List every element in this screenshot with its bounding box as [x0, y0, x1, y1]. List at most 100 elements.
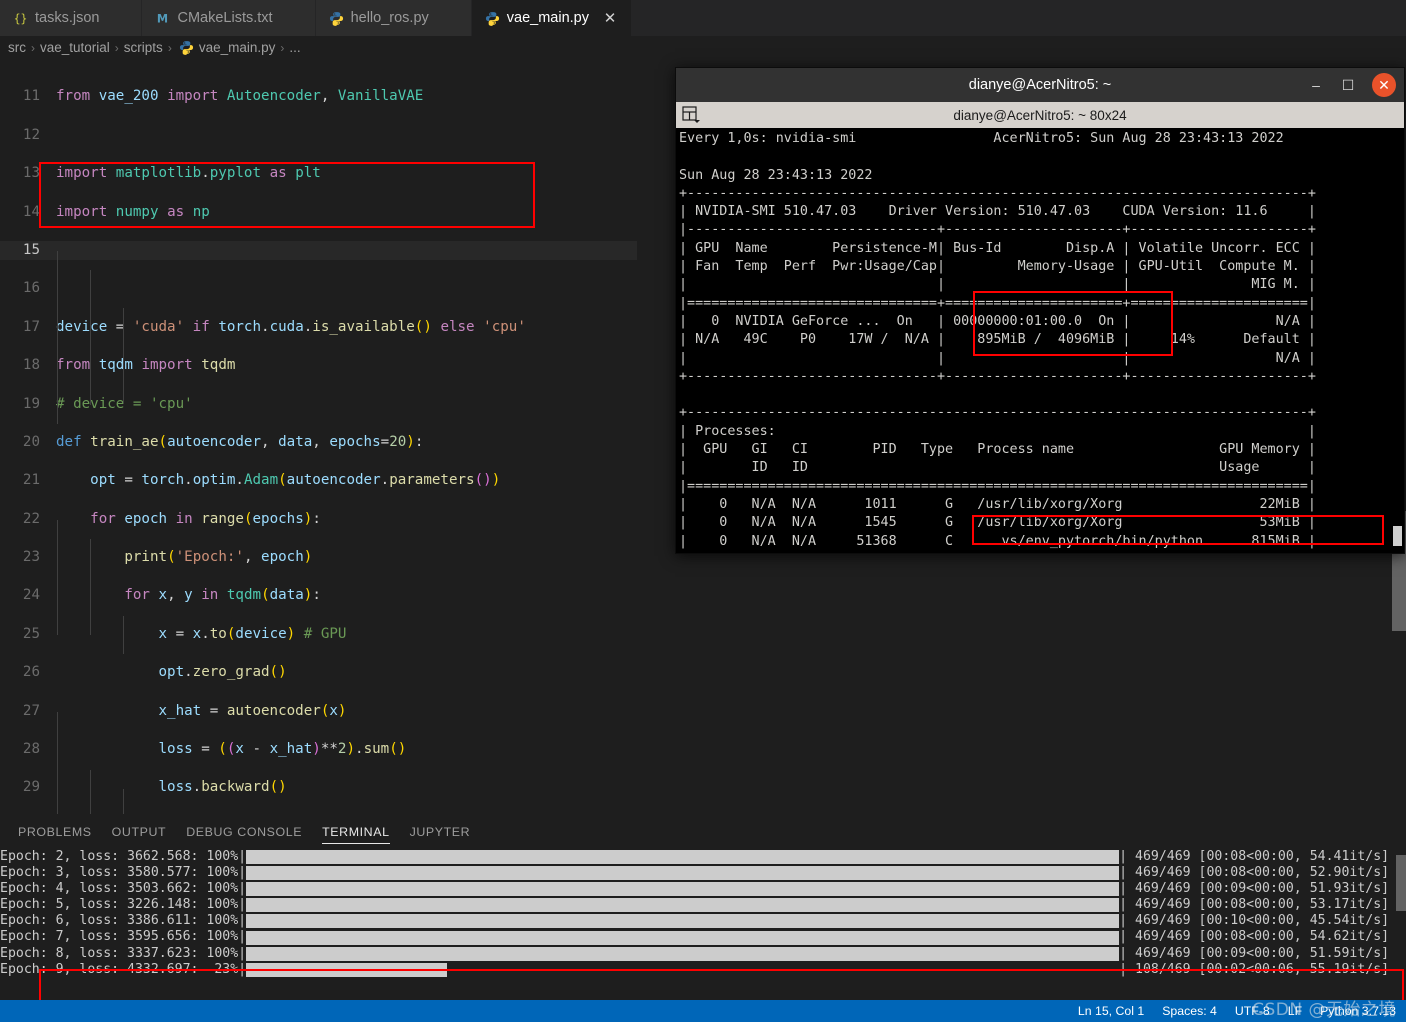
breadcrumb-item-src[interactable]: src [8, 40, 26, 55]
code-line: 14 import numpy as np [0, 203, 637, 222]
progress-stats: | 469/469 [00:09<00:00, 51.93it/s] [1119, 881, 1390, 897]
terminal-window-scrollbar-thumb[interactable] [1393, 526, 1402, 546]
terminal-line: |=======================================… [679, 478, 1316, 494]
line-number: 29 [22, 779, 40, 796]
chevron-right-icon: › [280, 40, 285, 55]
close-icon[interactable]: ✕ [1372, 73, 1396, 97]
progress-bar [246, 914, 1120, 929]
code-line: 20 def train_ae(autoencoder, data, epochs… [0, 433, 637, 452]
line-number: 12 [22, 126, 40, 143]
tab-output[interactable]: OUTPUT [102, 814, 177, 849]
breadcrumb-item-vae-main-py[interactable]: vae_main.py [199, 40, 276, 55]
status-language-mode[interactable]: Python 3.7.13 [1320, 1004, 1396, 1018]
tab-debug-console[interactable]: DEBUG CONSOLE [176, 814, 312, 849]
tab-terminal[interactable]: TERMINAL [312, 814, 399, 849]
progress-bar [246, 898, 1120, 913]
breadcrumb: src › vae_tutorial › scripts › vae_main.… [0, 36, 1406, 59]
terminal-line: | | | MIG M. | [679, 277, 1316, 293]
editor-tab-hello-ros-py[interactable]: hello_ros.py ✕ [315, 0, 472, 36]
python-icon [179, 41, 193, 55]
integrated-terminal-output[interactable]: Epoch: 2, loss: 3662.568: 100%| | 469/46… [0, 849, 1406, 1000]
editor-tab-tasks-json[interactable]: {} tasks.json ✕ [0, 0, 143, 36]
terminal-line: | 0 N/A N/A 1011 G /usr/lib/xorg/Xorg 22… [679, 496, 1316, 512]
terminal-menu-icon[interactable] [682, 105, 702, 124]
progress-bar-fill [246, 914, 1120, 929]
progress-stats: | 469/469 [00:09<00:00, 51.59it/s] [1119, 945, 1390, 961]
terminal-progress-row: Epoch: 8, loss: 3337.623: 100%| | 469/46… [0, 946, 1406, 962]
terminal-line: | N/A 49C P0 17W / N/A | 895MiB / 4096Mi… [679, 332, 1316, 348]
progress-bar-fill [246, 866, 1120, 881]
editor-tab-vae-main-py[interactable]: vae_main.py ✕ [471, 0, 632, 36]
tab-problems[interactable]: PROBLEMS [8, 814, 102, 849]
terminal-line: | Fan Temp Perf Pwr:Usage/Cap| Memory-Us… [679, 259, 1316, 275]
progress-stats: | 469/469 [00:08<00:00, 52.90it/s] [1119, 865, 1390, 881]
json-braces-icon: {} [14, 12, 28, 25]
terminal-line: | 0 N/A N/A 1545 G /usr/lib/xorg/Xorg 53… [679, 515, 1316, 531]
status-encoding[interactable]: UTF-8 [1235, 1004, 1270, 1018]
breadcrumb-item-scripts[interactable]: scripts [124, 40, 163, 55]
progress-stats: | 108/469 [00:02<00:06, 55.19it/s] [1119, 961, 1390, 977]
terminal-line: +---------------------------------------… [679, 185, 1316, 201]
status-bar: Ln 15, Col 1 Spaces: 4 UTF-8 LF Python 3… [0, 1000, 1406, 1022]
terminal-line: | 0 N/A N/A 51368 C ...vs/env_pytorch/bi… [679, 533, 1316, 549]
progress-stats: | 469/469 [00:08<00:00, 53.17it/s] [1119, 897, 1390, 913]
line-number: 24 [22, 587, 40, 604]
cmake-m-icon: M [157, 12, 168, 25]
window-controls: – ☐ ✕ [1308, 68, 1396, 102]
close-icon[interactable]: ✕ [602, 11, 618, 26]
terminal-line: +-------------------------------+-------… [679, 368, 1316, 384]
terminal-title-bar[interactable]: dianye@AcerNitro5: ~ – ☐ ✕ [676, 68, 1404, 102]
indent-guide [57, 520, 58, 635]
progress-label: Epoch: 6, loss: 3386.611: 100%| [0, 913, 247, 929]
progress-label: Epoch: 3, loss: 3580.577: 100%| [0, 865, 247, 881]
editor-tab-cmakelists-txt[interactable]: M CMakeLists.txt ✕ [142, 0, 316, 36]
progress-bar [246, 882, 1120, 897]
tab-label: CMakeLists.txt [177, 10, 273, 26]
progress-bar-fill [246, 898, 1120, 913]
python-icon [329, 11, 343, 26]
progress-label: Epoch: 2, loss: 3662.568: 100%| [0, 849, 247, 864]
line-number: 22 [22, 510, 40, 527]
panel-scrollbar[interactable] [1396, 849, 1406, 1000]
chevron-right-icon: › [114, 40, 119, 55]
minimize-icon[interactable]: – [1308, 78, 1324, 92]
tab-label: vae_main.py [506, 10, 589, 26]
maximize-icon[interactable]: ☐ [1340, 78, 1356, 92]
code-line: 17 device = 'cuda' if torch.cuda.is_avail… [0, 318, 637, 337]
breadcrumb-item-more[interactable]: ... [289, 40, 300, 55]
status-indentation[interactable]: Spaces: 4 [1162, 1004, 1217, 1018]
progress-bar-fill [246, 850, 1120, 865]
progress-bar-fill [246, 882, 1120, 897]
progress-bar [246, 930, 1120, 945]
progress-label: Epoch: 8, loss: 3337.623: 100%| [0, 945, 247, 961]
terminal-window-scrollbar[interactable] [1393, 128, 1403, 553]
progress-label: Epoch: 5, loss: 3226.148: 100%| [0, 897, 247, 913]
line-number: 28 [22, 741, 40, 758]
terminal-tab-bar: dianye@AcerNitro5: ~ 80x24 [676, 102, 1404, 128]
terminal-window-title: dianye@AcerNitro5: ~ [968, 77, 1112, 93]
nvidia-smi-terminal-window[interactable]: dianye@AcerNitro5: ~ – ☐ ✕ dianye@AcerNi… [675, 67, 1405, 554]
status-eol[interactable]: LF [1288, 1004, 1302, 1018]
code-line: 28 loss = ((x - x_hat)**2).sum() [0, 740, 637, 759]
breadcrumb-item-vae-tutorial[interactable]: vae_tutorial [40, 40, 110, 55]
progress-bar-fill [246, 930, 1120, 945]
terminal-progress-row-active: Epoch: 9, loss: 4332.697: 23%| | 108/469… [0, 962, 1406, 978]
terminal-line: +---------------------------------------… [679, 552, 1316, 553]
code-line: 25 x = x.to(device) # GPU [0, 625, 637, 644]
terminal-line: | GPU GI CI PID Type Process name GPU Me… [679, 442, 1316, 458]
code-line: 23 print('Epoch:', epoch) [0, 548, 637, 567]
svg-text:{}: {} [14, 12, 28, 25]
progress-label: Epoch: 9, loss: 4332.697: 23%| [0, 961, 247, 977]
progress-bar-fill [246, 946, 1120, 961]
status-cursor-position[interactable]: Ln 15, Col 1 [1078, 1004, 1144, 1018]
code-line: 27 x_hat = autoencoder(x) [0, 702, 637, 721]
terminal-line: Sun Aug 28 23:43:13 2022 [679, 167, 873, 183]
code-line: 18 from tqdm import tqdm [0, 356, 637, 375]
line-number: 11 [22, 88, 40, 105]
terminal-tab-title[interactable]: dianye@AcerNitro5: ~ 80x24 [953, 108, 1126, 123]
tab-jupyter[interactable]: JUPYTER [400, 814, 481, 849]
indent-guide [90, 770, 91, 814]
progress-bar-fill [246, 962, 448, 977]
panel-scrollbar-thumb[interactable] [1396, 855, 1406, 911]
terminal-line: | GPU Name Persistence-M| Bus-Id Disp.A … [679, 240, 1316, 256]
